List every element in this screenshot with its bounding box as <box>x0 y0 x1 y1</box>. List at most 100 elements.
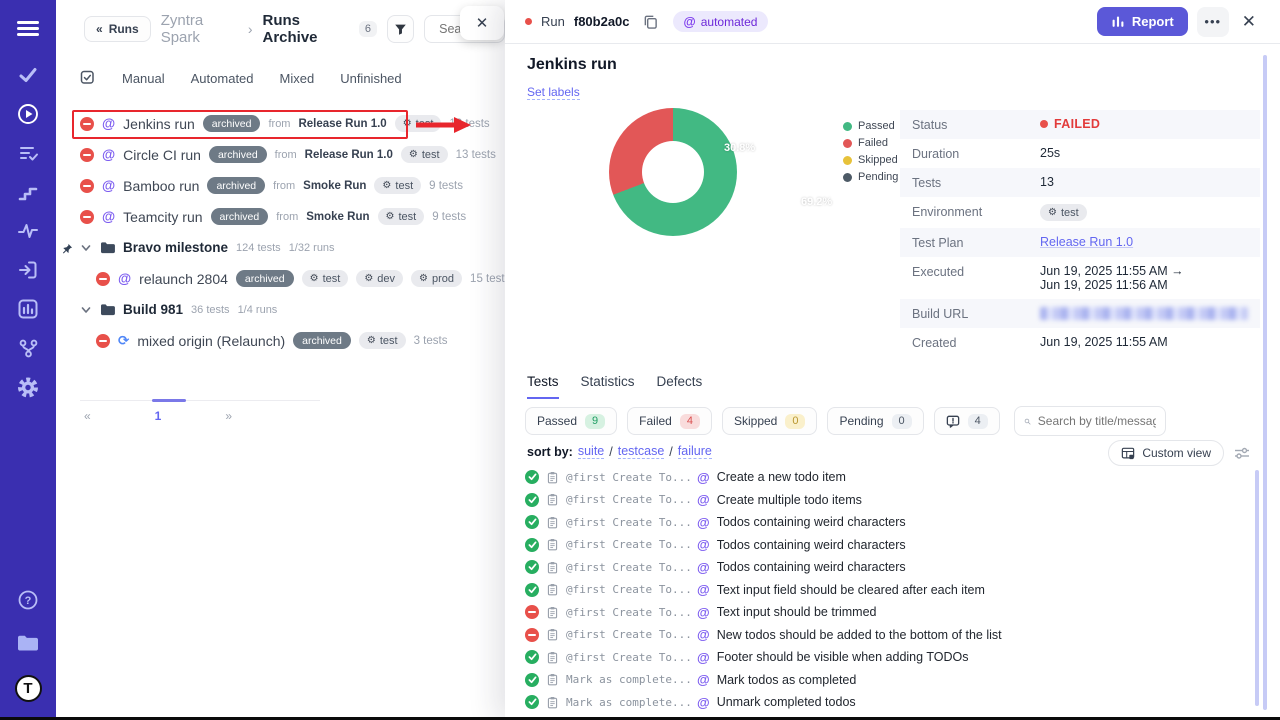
test-suite[interactable]: @first Create To... <box>566 471 690 484</box>
tab-statistics[interactable]: Statistics <box>581 374 635 399</box>
tests-search[interactable] <box>1014 406 1166 436</box>
filter-comments[interactable]: 4 <box>934 407 1000 435</box>
test-suite[interactable]: @first Create To... <box>566 538 690 551</box>
report-button[interactable]: Report <box>1097 7 1188 36</box>
test-title[interactable]: Todos containing weird characters <box>717 560 906 574</box>
test-suite[interactable]: @first Create To... <box>566 651 690 664</box>
folder-row[interactable]: Build 981 36 tests 1/4 runs <box>56 294 505 325</box>
run-list-item[interactable]: @ Bamboo run archived from Smoke Run ⚙te… <box>56 170 505 201</box>
breadcrumb-project[interactable]: Zyntra Spark <box>161 12 238 46</box>
custom-view-button[interactable]: Custom view <box>1108 440 1224 466</box>
test-row[interactable]: @first Create To... @ Todos containing w… <box>525 534 1246 557</box>
sort-by-suite[interactable]: suite <box>578 444 604 459</box>
test-title[interactable]: Create a new todo item <box>717 470 846 484</box>
help-icon[interactable]: ? <box>17 589 39 616</box>
test-row[interactable]: @first Create To... @ Footer should be v… <box>525 646 1246 669</box>
more-actions-button[interactable]: ••• <box>1197 7 1229 37</box>
branch-icon[interactable] <box>17 337 39 359</box>
panel-scrollbar[interactable] <box>1263 55 1267 710</box>
page-next[interactable]: » <box>225 409 232 423</box>
page-prev[interactable]: « <box>84 409 91 423</box>
run-name[interactable]: Jenkins run <box>123 116 195 132</box>
avatar-t[interactable]: T <box>15 675 42 702</box>
test-suite[interactable]: @first Create To... <box>566 493 690 506</box>
test-row[interactable]: @first Create To... @ Text input field s… <box>525 579 1246 602</box>
tests-search-input[interactable] <box>1038 414 1156 428</box>
filter-failed[interactable]: Failed4 <box>627 407 712 435</box>
build-url-redacted[interactable] <box>1040 307 1248 320</box>
tab-automated[interactable]: Automated <box>191 71 254 86</box>
check-icon[interactable] <box>17 64 39 86</box>
steps-icon[interactable] <box>17 181 39 203</box>
test-row[interactable]: @first Create To... @ Create multiple to… <box>525 489 1246 512</box>
chevron-down-icon[interactable] <box>80 242 92 254</box>
folder-name[interactable]: Build 981 <box>123 302 183 317</box>
back-to-runs-button[interactable]: « Runs <box>84 16 151 42</box>
run-list-item[interactable]: @ Teamcity run archived from Smoke Run ⚙… <box>56 201 505 232</box>
set-labels-link[interactable]: Set labels <box>527 85 580 100</box>
page-current[interactable]: 1 <box>155 409 162 423</box>
test-title[interactable]: Mark todos as completed <box>717 673 857 687</box>
run-name[interactable]: Circle CI run <box>123 147 201 163</box>
run-list-item[interactable]: ⟳ mixed origin (Relaunch) archived ⚙test… <box>56 325 505 356</box>
run-name[interactable]: Bamboo run <box>123 178 199 194</box>
test-suite[interactable]: @first Create To... <box>566 606 690 619</box>
sort-by-testcase[interactable]: testcase <box>618 444 665 459</box>
copy-icon[interactable] <box>643 14 658 29</box>
test-row[interactable]: @first Create To... @ Create a new todo … <box>525 466 1246 489</box>
gear-icon[interactable] <box>17 376 39 398</box>
tab-manual[interactable]: Manual <box>122 71 165 86</box>
chevron-down-icon[interactable] <box>80 304 92 316</box>
test-row[interactable]: Mark as complete... @ Unmark completed t… <box>525 691 1246 714</box>
sort-by-failure[interactable]: failure <box>678 444 712 459</box>
test-suite[interactable]: @first Create To... <box>566 583 690 596</box>
filter-button[interactable] <box>387 15 414 43</box>
test-row[interactable]: @first Create To... @ New todos should b… <box>525 624 1246 647</box>
test-suite[interactable]: @first Create To... <box>566 628 690 641</box>
test-title[interactable]: Todos containing weird characters <box>717 515 906 529</box>
menu-icon[interactable] <box>17 21 39 37</box>
test-suite[interactable]: @first Create To... <box>566 516 690 529</box>
automated-badge[interactable]: @automated <box>673 11 769 32</box>
test-suite[interactable]: @first Create To... <box>566 561 690 574</box>
tests-list-scrollbar[interactable] <box>1255 470 1259 706</box>
test-title[interactable]: Unmark completed todos <box>717 695 856 709</box>
test-row[interactable]: @first Create To... @ Todos containing w… <box>525 511 1246 534</box>
test-row[interactable]: Mark as complete... @ Mark todos as comp… <box>525 669 1246 692</box>
test-title[interactable]: Footer should be visible when adding TOD… <box>717 650 969 664</box>
run-list-item[interactable]: @ relaunch 2804 archived ⚙test⚙dev⚙prod … <box>56 263 505 294</box>
run-list-item[interactable]: @ Circle CI run archived from Release Ru… <box>56 139 505 170</box>
folder-icon[interactable] <box>16 633 40 658</box>
play-circle-icon[interactable] <box>17 103 39 125</box>
analytics-icon[interactable] <box>17 298 39 320</box>
run-list-icon[interactable] <box>17 142 39 164</box>
test-title[interactable]: Text input field should be cleared after… <box>717 583 985 597</box>
filter-pending[interactable]: Pending0 <box>827 407 923 435</box>
tab-defects[interactable]: Defects <box>657 374 703 399</box>
tab-mixed[interactable]: Mixed <box>280 71 315 86</box>
test-title[interactable]: Create multiple todo items <box>717 493 862 507</box>
test-title[interactable]: Todos containing weird characters <box>717 538 906 552</box>
test-row[interactable]: @first Create To... @ Todos containing w… <box>525 556 1246 579</box>
test-plan-link[interactable]: Release Run 1.0 <box>1040 235 1133 249</box>
folder-name[interactable]: Bravo milestone <box>123 240 228 255</box>
filter-passed[interactable]: Passed9 <box>525 407 617 435</box>
filter-skipped[interactable]: Skipped0 <box>722 407 818 435</box>
run-name[interactable]: relaunch 2804 <box>139 271 228 287</box>
tab-unfinished[interactable]: Unfinished <box>340 71 401 86</box>
import-icon[interactable] <box>17 259 39 281</box>
sliders-icon[interactable] <box>1234 446 1250 460</box>
pulse-icon[interactable] <box>17 220 39 242</box>
test-title[interactable]: New todos should be added to the bottom … <box>717 628 1002 642</box>
folder-row[interactable]: Bravo milestone 124 tests 1/32 runs <box>56 232 505 263</box>
run-name[interactable]: mixed origin (Relaunch) <box>137 333 285 349</box>
tab-tests[interactable]: Tests <box>527 374 559 399</box>
close-detail-icon[interactable]: ✕ <box>1238 12 1260 32</box>
select-all-icon[interactable] <box>80 70 96 86</box>
test-title[interactable]: Text input should be trimmed <box>717 605 877 619</box>
test-row[interactable]: @first Create To... @ Text input should … <box>525 601 1246 624</box>
run-name[interactable]: Teamcity run <box>123 209 202 225</box>
close-overlay-button[interactable]: ✕ <box>460 6 504 40</box>
test-suite[interactable]: Mark as complete... <box>566 673 690 686</box>
run-list-item[interactable]: @ Jenkins run archived from Release Run … <box>56 108 505 139</box>
